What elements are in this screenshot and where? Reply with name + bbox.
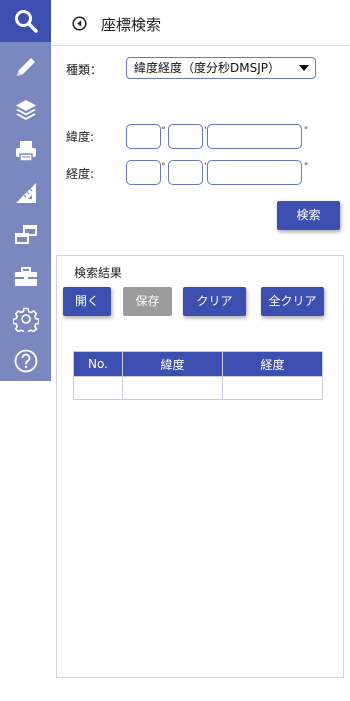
layers-icon <box>15 100 36 120</box>
windows-icon <box>14 225 37 244</box>
type-label: 種類： <box>66 63 103 77</box>
latitude-minutes-input[interactable] <box>168 124 203 149</box>
pencil-icon <box>16 58 35 76</box>
longitude-degree-unit: ° <box>161 162 166 172</box>
longitude-minutes-input[interactable] <box>168 160 203 185</box>
table-row[interactable] <box>73 376 323 400</box>
window-tool-button[interactable] <box>0 214 51 256</box>
table-header-row: No. 緯度 経度 <box>73 351 323 377</box>
search-button[interactable]: 検索 <box>277 201 340 230</box>
results-panel: 検索結果 開く 保存 クリア 全クリア No. 緯度 経度 <box>56 255 344 678</box>
ruler-icon <box>15 183 36 203</box>
gear-icon <box>12 307 39 332</box>
measure-tool-button[interactable] <box>0 172 51 214</box>
results-table: No. 緯度 経度 <box>73 351 323 400</box>
open-button[interactable]: 開く <box>63 287 111 316</box>
table-cell <box>222 376 323 400</box>
longitude-degrees-input[interactable] <box>126 160 161 185</box>
latitude-degrees-input[interactable] <box>126 124 161 149</box>
column-header-latitude[interactable]: 緯度 <box>122 351 223 377</box>
search-tool-button[interactable] <box>0 0 51 42</box>
help-tool-button[interactable] <box>0 340 51 382</box>
clear-all-button[interactable]: 全クリア <box>261 287 324 316</box>
longitude-second-unit: " <box>304 162 309 172</box>
longitude-seconds-input[interactable] <box>207 160 302 185</box>
longitude-label: 経度: <box>66 167 95 181</box>
search-icon <box>14 10 38 33</box>
save-button[interactable]: 保存 <box>123 287 172 316</box>
results-title: 検索結果 <box>74 266 123 280</box>
help-icon <box>14 349 37 373</box>
table-cell <box>122 376 223 400</box>
toolbox-icon <box>14 267 37 286</box>
column-header-longitude[interactable]: 経度 <box>222 351 323 377</box>
column-header-no[interactable]: No. <box>73 351 123 377</box>
latitude-second-unit: " <box>304 126 309 136</box>
draw-tool-button[interactable] <box>0 46 51 88</box>
printer-icon <box>15 141 36 162</box>
toolbox-tool-button[interactable] <box>0 256 51 298</box>
print-tool-button[interactable] <box>0 130 51 172</box>
coordinate-type-select[interactable]: 緯度経度（度分秒DMSJP） <box>126 57 316 79</box>
back-arrow-icon[interactable] <box>72 16 87 31</box>
settings-tool-button[interactable] <box>0 298 51 340</box>
layers-tool-button[interactable] <box>0 88 51 130</box>
latitude-seconds-input[interactable] <box>207 124 302 149</box>
table-cell <box>73 376 123 400</box>
latitude-label: 緯度: <box>66 130 95 144</box>
latitude-degree-unit: ° <box>161 126 166 136</box>
clear-button[interactable]: クリア <box>183 287 246 316</box>
page-title: 座標検索 <box>101 16 162 34</box>
coordinate-type-value: 緯度経度（度分秒DMSJP） <box>134 61 280 75</box>
side-toolbar <box>0 0 51 381</box>
dropdown-arrow-icon <box>299 65 309 71</box>
panel-header: 座標検索 <box>51 0 350 46</box>
